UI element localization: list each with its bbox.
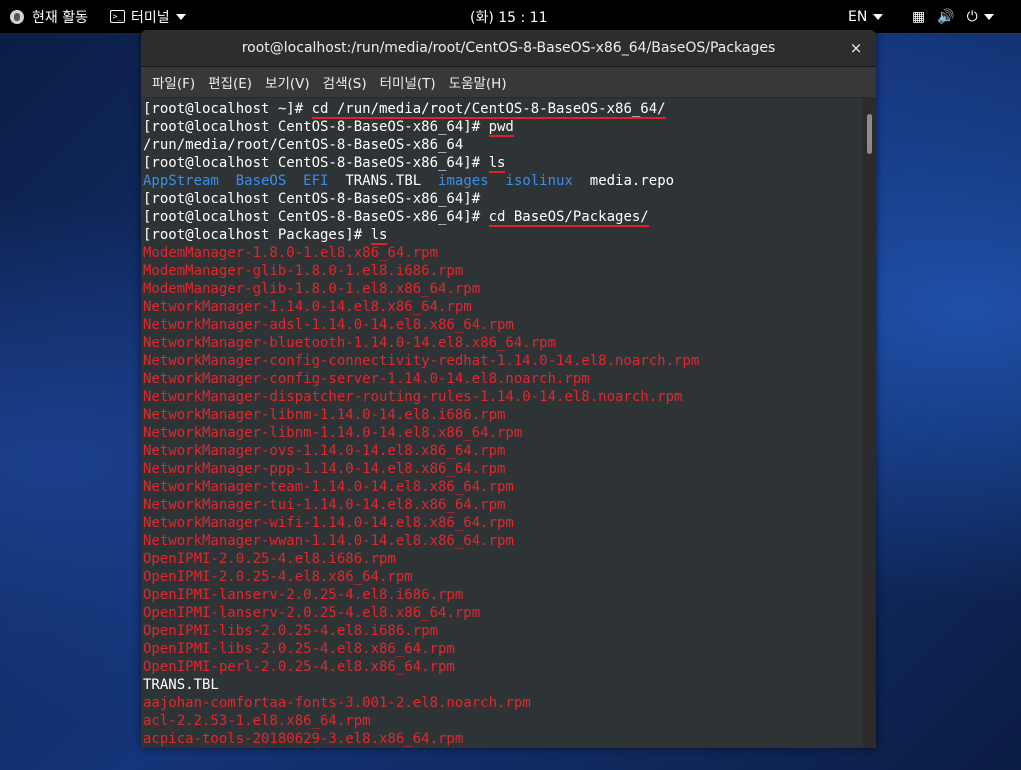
menu-terminal[interactable]: 터미널(T) [378,72,438,92]
package-entry: NetworkManager-ovs-1.14.0-14.el8.x86_64.… [143,443,506,459]
chevron-down-icon [983,13,994,20]
network-icon: ▦ [912,8,926,25]
prompt: [root@localhost CentOS-8-BaseOS-x86_64]# [143,119,489,135]
file-entry: TRANS.TBL [345,173,422,189]
file-entry: media.repo [589,173,675,189]
close-button[interactable]: × [846,38,866,58]
terminal-line: [root@localhost Packages]# ls [143,226,699,245]
clock-button[interactable]: (화) 15 : 11 [470,0,548,33]
package-entry: NetworkManager-libnm-1.14.0-14.el8.x86_6… [143,425,523,441]
package-entry: OpenIPMI-2.0.25-4.el8.x86_64.rpm [143,569,413,585]
clock-label: (화) 15 : 11 [470,9,548,26]
package-entry: NetworkManager-tui-1.14.0-14.el8.x86_64.… [143,497,506,513]
top-bar: 현재 활동 >_ 터미널 (화) 15 : 11 EN ▦ 🔊 ⏻ [0,0,1021,33]
command: ls [370,227,388,245]
package-entry: NetworkManager-1.14.0-14.el8.x86_64.rpm [143,299,472,315]
package-entry: NetworkManager-dispatcher-routing-rules-… [143,389,683,405]
terminal-line: [root@localhost CentOS-8-BaseOS-x86_64]#… [143,154,699,173]
scrollbar-thumb[interactable] [867,114,872,154]
dir-entry: AppStream [143,173,219,189]
dir-entry: EFI [303,173,329,189]
package-entry: NetworkManager-config-server-1.14.0-14.e… [143,371,590,387]
terminal-line: [root@localhost CentOS-8-BaseOS-x86_64]# [143,191,481,207]
menu-edit[interactable]: 편집(E) [206,72,254,92]
scrollbar[interactable] [863,98,876,748]
package-entry: ModemManager-1.8.0-1.el8.x86_64.rpm [143,245,439,261]
package-entry: aajohan-comfortaa-fonts-3.001-2.el8.noar… [143,695,531,711]
package-entry: OpenIPMI-lanserv-2.0.25-4.el8.x86_64.rpm [143,605,481,621]
package-entry: OpenIPMI-perl-2.0.25-4.el8.x86_64.rpm [143,659,455,675]
terminal-line: /run/media/root/CentOS-8-BaseOS-x86_64 [143,137,464,153]
package-entry: NetworkManager-team-1.14.0-14.el8.x86_64… [143,479,514,495]
package-entry: acl-2.2.53-1.el8.x86_64.rpm [143,713,371,729]
package-entry: NetworkManager-adsl-1.14.0-14.el8.x86_64… [143,317,514,333]
dir-entry: BaseOS [235,173,287,189]
terminal-line: [root@localhost CentOS-8-BaseOS-x86_64]#… [143,118,699,137]
window-titlebar[interactable]: root@localhost:/run/media/root/CentOS-8-… [141,30,876,67]
menu-bar: 파일(F) 편집(E) 보기(V) 검색(S) 터미널(T) 도움말(H) [141,67,876,97]
activities-button[interactable]: 현재 활동 [10,0,88,33]
ls-output-line: AppStream BaseOS EFI TRANS.TBL images is… [143,172,699,190]
command: ls [488,155,506,173]
activities-label: 현재 활동 [32,9,88,26]
input-language-button[interactable]: EN [848,0,884,33]
command: cd /run/media/root/CentOS-8-BaseOS-x86_6… [311,101,666,119]
package-entry: acpica-tools-20180629-3.el8.x86_64.rpm [143,731,464,747]
window-title: root@localhost:/run/media/root/CentOS-8-… [241,40,776,56]
terminal-line: [root@localhost CentOS-8-BaseOS-x86_64]#… [143,208,699,227]
package-entry: OpenIPMI-libs-2.0.25-4.el8.i686.rpm [143,623,439,639]
package-entry: ModemManager-glib-1.8.0-1.el8.x86_64.rpm [143,281,481,297]
file-entry: TRANS.TBL [143,677,219,693]
terminal-line: [root@localhost ~]# cd /run/media/root/C… [143,100,699,119]
menu-view[interactable]: 보기(V) [263,72,312,92]
package-entry: NetworkManager-ppp-1.14.0-14.el8.x86_64.… [143,461,506,477]
terminal-icon: >_ [110,10,125,23]
menu-file[interactable]: 파일(F) [150,72,197,92]
package-entry: NetworkManager-libnm-1.14.0-14.el8.i686.… [143,407,506,423]
app-menu-button[interactable]: >_ 터미널 [110,0,186,33]
menu-search[interactable]: 검색(S) [321,72,369,92]
package-entry: NetworkManager-config-connectivity-redha… [143,353,700,369]
prompt: [root@localhost CentOS-8-BaseOS-x86_64]# [143,155,489,171]
terminal-window: root@localhost:/run/media/root/CentOS-8-… [141,30,876,748]
volume-icon: 🔊 [937,8,955,25]
prompt: [root@localhost Packages]# [143,227,371,243]
package-entry: ModemManager-glib-1.8.0-1.el8.i686.rpm [143,263,464,279]
dir-entry: images [438,173,489,189]
gnome-foot-icon [10,9,24,24]
command: pwd [488,119,514,137]
prompt: [root@localhost ~]# [143,101,312,117]
menu-help[interactable]: 도움말(H) [447,72,509,92]
package-entry: OpenIPMI-2.0.25-4.el8.i686.rpm [143,551,396,567]
terminal-output[interactable]: [root@localhost ~]# cd /run/media/root/C… [141,98,863,748]
app-menu-label: 터미널 [131,9,170,26]
chevron-down-icon [175,13,186,20]
system-menu-button[interactable]: ▦ 🔊 ⏻ [912,0,1006,33]
dir-entry: isolinux [505,173,573,189]
prompt: [root@localhost CentOS-8-BaseOS-x86_64]# [143,209,489,225]
package-entry: NetworkManager-bluetooth-1.14.0-14.el8.x… [143,335,557,351]
package-entry: OpenIPMI-libs-2.0.25-4.el8.x86_64.rpm [143,641,455,657]
chevron-down-icon [873,13,884,20]
package-entry: OpenIPMI-lanserv-2.0.25-4.el8.i686.rpm [143,587,464,603]
language-label: EN [848,8,868,25]
package-entry: NetworkManager-wwan-1.14.0-14.el8.x86_64… [143,533,514,549]
package-entry: NetworkManager-wifi-1.14.0-14.el8.x86_64… [143,515,514,531]
power-icon: ⏻ [966,8,978,25]
command: cd BaseOS/Packages/ [488,209,649,227]
